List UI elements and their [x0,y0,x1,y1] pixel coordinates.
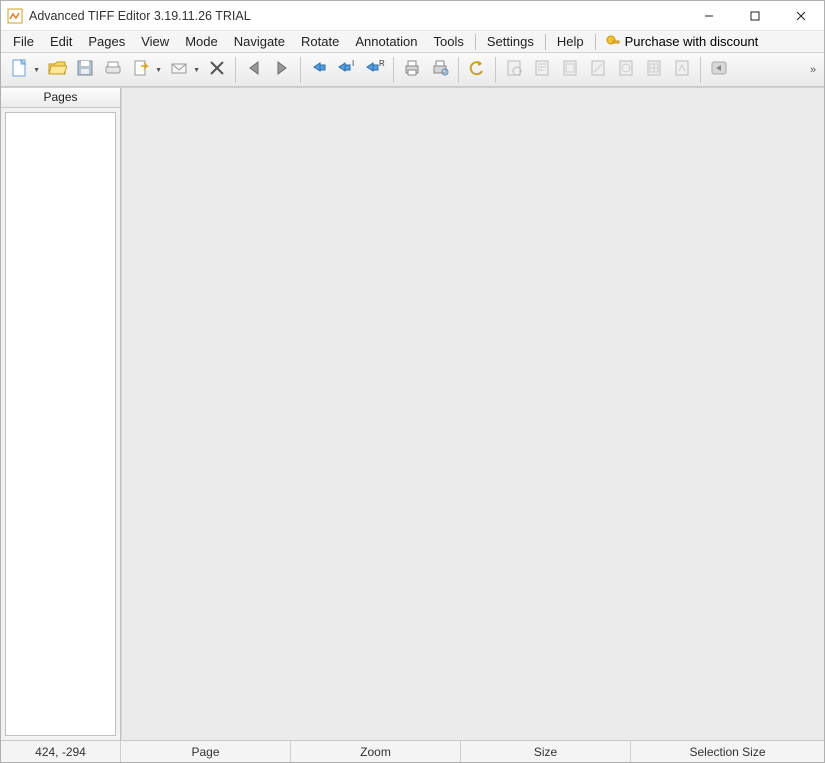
print-preview-button[interactable] [426,56,454,84]
menu-tools[interactable]: Tools [426,32,472,51]
rotate-left-button[interactable] [305,56,333,84]
print-preview-icon [430,58,450,81]
save-button[interactable] [71,56,99,84]
menu-file[interactable]: File [5,32,42,51]
tool-b-button[interactable] [528,56,556,84]
save-disk-icon [75,58,95,81]
toolbar-separator [300,57,301,83]
dropdown-arrow-icon: ▼ [155,67,162,74]
menu-separator [595,34,596,50]
page-tool-icon [560,58,580,81]
menu-rotate[interactable]: Rotate [293,32,347,51]
rotate-left-icon [309,58,329,81]
menu-annotation[interactable]: Annotation [347,32,425,51]
page-tool-icon [644,58,664,81]
maximize-button[interactable] [732,1,778,31]
undo-icon [467,58,487,81]
new-button[interactable]: ▼ [5,56,33,84]
menu-purchase-label: Purchase with discount [625,34,759,49]
print-icon [402,58,422,81]
tool-c-button[interactable] [556,56,584,84]
toolbar-separator [495,57,496,83]
status-coords: 424, -294 [1,741,121,762]
menu-edit[interactable]: Edit [42,32,80,51]
status-page: Page [121,741,291,762]
toolbar: ▼ ▼ ▼ I R [1,53,824,87]
titlebar: Advanced TIFF Editor 3.19.11.26 TRIAL [1,1,824,31]
page-tool-icon [672,58,692,81]
menu-pages[interactable]: Pages [80,32,133,51]
page-tool-icon [616,58,636,81]
mail-icon [169,58,189,81]
pages-sidebar: Pages [1,88,121,740]
scanner-icon [103,58,123,81]
menu-mode[interactable]: Mode [177,32,226,51]
close-button[interactable] [778,1,824,31]
svg-text:I: I [352,59,354,68]
menu-help[interactable]: Help [549,32,592,51]
page-tool-icon [504,58,524,81]
page-tool-icon [532,58,552,81]
key-icon [605,34,621,50]
toolbar-separator [393,57,394,83]
new-doc-icon [9,58,29,81]
window-title: Advanced TIFF Editor 3.19.11.26 TRIAL [29,9,251,23]
menu-purchase[interactable]: Purchase with discount [599,32,765,52]
back-grey-icon [709,58,729,81]
app-icon [7,8,23,24]
delete-button[interactable] [203,56,231,84]
rotate-i-icon: I [336,58,358,81]
status-size: Size [461,741,631,762]
undo-button[interactable] [463,56,491,84]
menu-view[interactable]: View [133,32,177,51]
menu-navigate[interactable]: Navigate [226,32,293,51]
mail-button[interactable]: ▼ [165,56,193,84]
menubar: File Edit Pages View Mode Navigate Rotat… [1,31,824,53]
status-zoom: Zoom [291,741,461,762]
open-folder-icon [47,58,67,81]
pages-thumbnail-list[interactable] [5,112,116,736]
toolbar-separator [700,57,701,83]
tool-e-button[interactable] [612,56,640,84]
status-selection: Selection Size [631,741,824,762]
delete-icon [207,58,227,81]
toolbar-separator [458,57,459,83]
menu-separator [475,34,476,50]
tool-a-button[interactable] [500,56,528,84]
prev-button[interactable] [240,56,268,84]
rotate-i-button[interactable]: I [333,56,361,84]
open-button[interactable] [43,56,71,84]
svg-text:R: R [379,59,385,68]
arrow-right-icon [272,58,292,81]
tool-g-button[interactable] [668,56,696,84]
print-button[interactable] [398,56,426,84]
minimize-button[interactable] [686,1,732,31]
send-button[interactable]: ▼ [127,56,155,84]
next-button[interactable] [268,56,296,84]
menu-separator [545,34,546,50]
rotate-r-icon: R [364,58,386,81]
toolbar-overflow[interactable]: » [806,64,820,76]
send-page-icon [131,58,151,81]
statusbar: 424, -294 Page Zoom Size Selection Size [1,740,824,762]
page-tool-icon [588,58,608,81]
main-area: Pages [1,87,824,740]
document-canvas[interactable] [121,88,824,740]
arrow-left-icon [244,58,264,81]
tool-d-button[interactable] [584,56,612,84]
toolbar-separator [235,57,236,83]
pages-sidebar-header: Pages [1,88,120,108]
dropdown-arrow-icon: ▼ [33,67,40,74]
menu-settings[interactable]: Settings [479,32,542,51]
back-grey-button[interactable] [705,56,733,84]
dropdown-arrow-icon: ▼ [193,67,200,74]
scan-button[interactable] [99,56,127,84]
tool-f-button[interactable] [640,56,668,84]
rotate-r-button[interactable]: R [361,56,389,84]
